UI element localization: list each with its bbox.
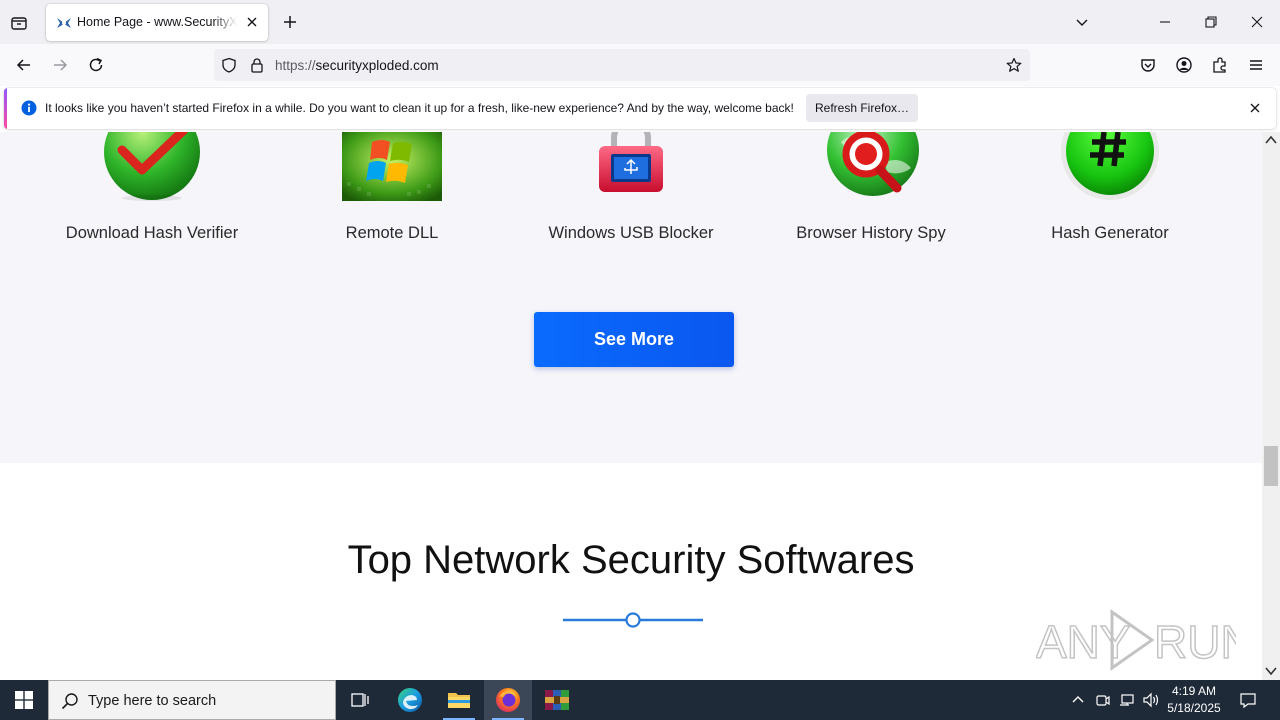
notification-accent-bar bbox=[4, 88, 7, 129]
reload-icon[interactable] bbox=[84, 53, 108, 77]
taskbar-search-box[interactable]: Type here to search bbox=[48, 680, 336, 720]
green-hash-ball-icon[interactable] bbox=[1060, 132, 1160, 202]
section-title: Top Network Security Softwares bbox=[347, 538, 915, 582]
edge-icon[interactable] bbox=[386, 680, 434, 720]
svg-text:ANY: ANY bbox=[1036, 616, 1131, 668]
product-name[interactable]: Remote DLL bbox=[282, 224, 502, 243]
search-placeholder: Type here to search bbox=[88, 693, 217, 709]
url-bar[interactable]: https://securityxploded.com bbox=[214, 49, 1030, 81]
product-name[interactable]: Download Hash Verifier bbox=[42, 224, 262, 243]
windows-start-icon[interactable] bbox=[0, 680, 48, 720]
product-name[interactable]: Windows USB Blocker bbox=[521, 224, 741, 243]
close-notification-icon[interactable] bbox=[1248, 101, 1262, 115]
anyrun-watermark: ANY RUN bbox=[1036, 606, 1236, 674]
show-hidden-icons-icon[interactable] bbox=[1068, 690, 1088, 710]
vertical-scrollbar[interactable] bbox=[1262, 132, 1280, 680]
forward-icon[interactable] bbox=[48, 53, 72, 77]
tab-strip: Home Page - www.SecurityXploded.com bbox=[0, 0, 1280, 44]
browser-tab-active[interactable]: Home Page - www.SecurityXploded.com bbox=[46, 4, 268, 41]
windows-logo-tile-icon[interactable] bbox=[342, 132, 442, 202]
clock-date: 5/18/2025 bbox=[1167, 701, 1221, 715]
minimize-icon[interactable] bbox=[1155, 12, 1175, 32]
svg-text:RUN: RUN bbox=[1154, 616, 1236, 668]
account-icon[interactable] bbox=[1172, 53, 1196, 77]
firefox-icon[interactable] bbox=[484, 680, 532, 720]
shield-icon[interactable] bbox=[221, 57, 237, 73]
refresh-firefox-button[interactable]: Refresh Firefox… bbox=[806, 94, 918, 122]
scrollbar-thumb[interactable] bbox=[1264, 446, 1278, 486]
volume-icon[interactable] bbox=[1141, 690, 1161, 710]
search-icon bbox=[61, 692, 79, 710]
network-icon[interactable] bbox=[1117, 690, 1137, 710]
file-explorer-icon[interactable] bbox=[435, 680, 483, 720]
url-text[interactable]: https://securityxploded.com bbox=[275, 58, 439, 73]
close-window-icon[interactable] bbox=[1247, 12, 1267, 32]
list-all-tabs-icon[interactable] bbox=[1072, 12, 1092, 32]
taskbar-clock[interactable]: 4:19 AM 5/18/2025 bbox=[1162, 683, 1226, 717]
restore-icon[interactable] bbox=[1201, 12, 1221, 32]
products-section: Download Hash Verifier Remote DLL Window… bbox=[0, 132, 1262, 463]
new-tab-icon[interactable] bbox=[280, 12, 300, 32]
scroll-down-icon[interactable] bbox=[1265, 666, 1277, 676]
back-icon[interactable] bbox=[12, 53, 36, 77]
tab-title: Home Page - www.SecurityXploded.com bbox=[77, 15, 237, 29]
product-name[interactable]: Hash Generator bbox=[1000, 224, 1220, 243]
star-icon[interactable] bbox=[1006, 57, 1022, 73]
notifications-icon[interactable] bbox=[1238, 690, 1258, 710]
site-favicon-icon bbox=[56, 15, 72, 31]
green-check-globe-icon[interactable] bbox=[102, 132, 202, 202]
url-host: securityxploded.com bbox=[315, 58, 439, 73]
windows-taskbar: Type here to search 4:19 AM 5/18/2025 bbox=[0, 680, 1280, 720]
navigation-toolbar: https://securityxploded.com bbox=[0, 44, 1280, 86]
section-divider bbox=[563, 611, 703, 629]
clock-time: 4:19 AM bbox=[1171, 684, 1217, 698]
menu-icon[interactable] bbox=[1244, 53, 1268, 77]
scroll-up-icon[interactable] bbox=[1265, 135, 1277, 145]
tab-list-icon[interactable] bbox=[6, 10, 32, 36]
red-magnifier-globe-icon[interactable] bbox=[821, 132, 921, 202]
extensions-icon[interactable] bbox=[1208, 53, 1232, 77]
info-icon bbox=[21, 100, 37, 116]
page-content: Download Hash Verifier Remote DLL Window… bbox=[0, 132, 1262, 680]
product-name[interactable]: Browser History Spy bbox=[761, 224, 981, 243]
red-padlock-usb-icon[interactable] bbox=[581, 132, 681, 202]
refresh-firefox-notification: It looks like you haven’t started Firefo… bbox=[4, 88, 1276, 129]
meet-now-icon[interactable] bbox=[1093, 690, 1113, 710]
see-more-button[interactable]: See More bbox=[534, 312, 734, 367]
url-protocol: https:// bbox=[275, 58, 316, 73]
pocket-icon[interactable] bbox=[1136, 53, 1160, 77]
close-tab-icon[interactable] bbox=[244, 14, 260, 30]
lock-icon[interactable] bbox=[249, 57, 265, 73]
notification-message: It looks like you haven’t started Firefo… bbox=[45, 101, 794, 115]
task-view-icon[interactable] bbox=[336, 680, 384, 720]
winrar-icon[interactable] bbox=[533, 680, 581, 720]
